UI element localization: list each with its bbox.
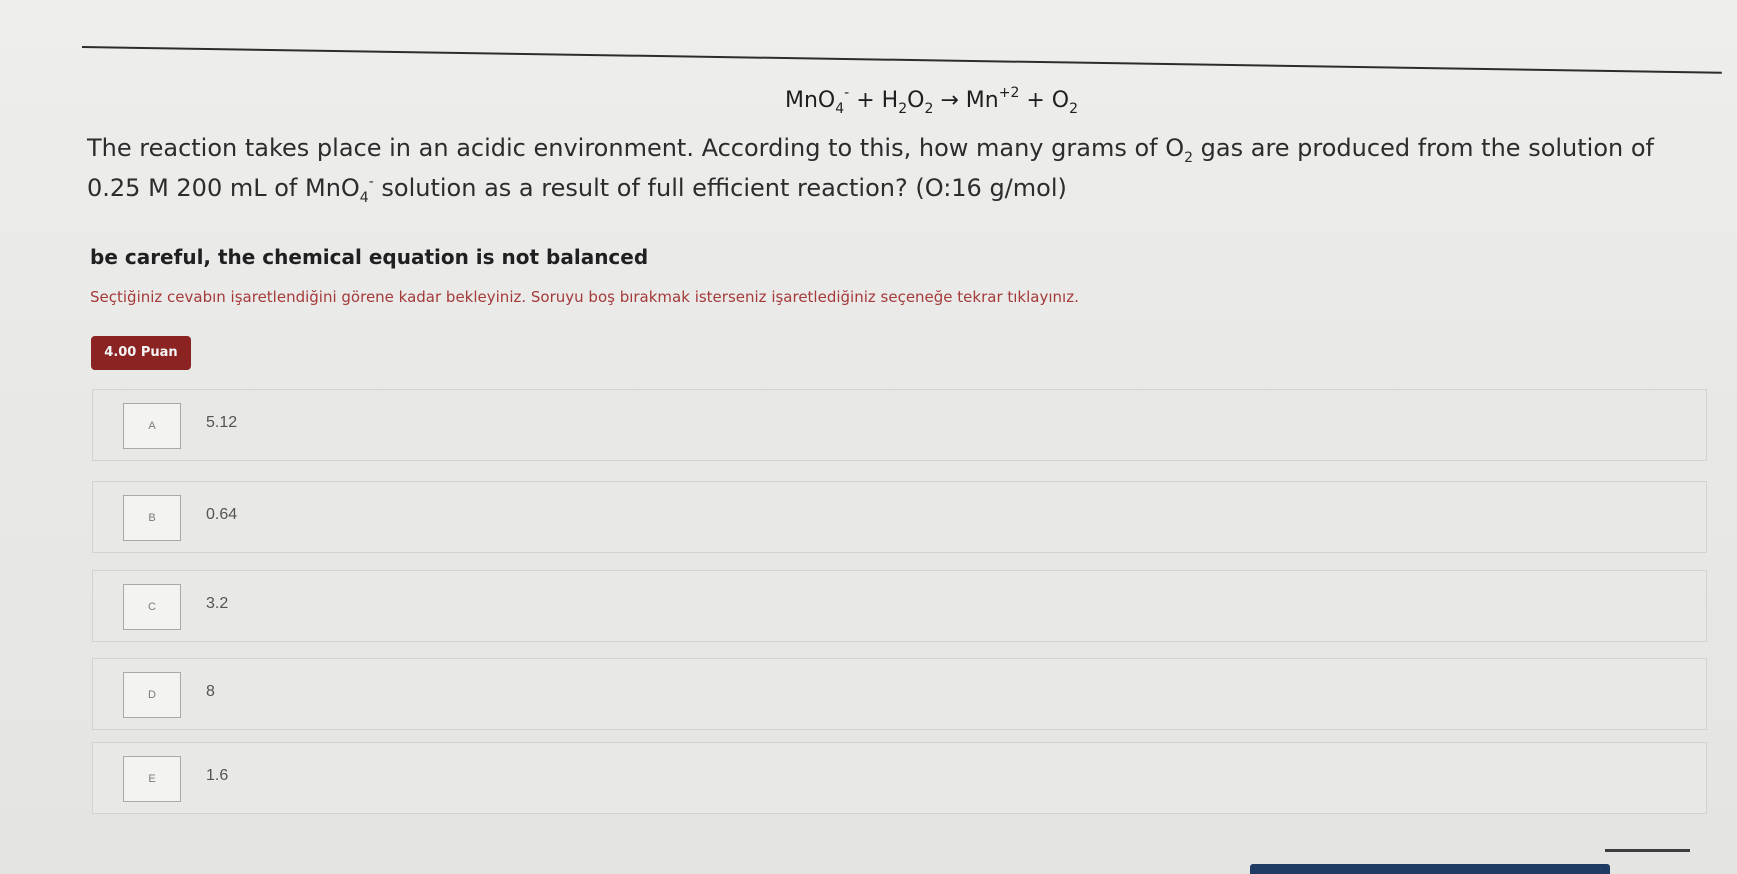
chemical-equation: MnO4- + H2O2 → Mn+2 + O2 bbox=[785, 85, 1078, 117]
equation-plus-1: + bbox=[849, 88, 882, 113]
option-e-value: 1.6 bbox=[206, 767, 229, 784]
equation-subscript-2b: 2 bbox=[924, 101, 934, 117]
equation-plus-2: + bbox=[1019, 88, 1052, 113]
equation-h: H bbox=[881, 88, 899, 113]
question-mno4-subscript: 4 bbox=[359, 190, 369, 206]
equation-subscript-o2: 2 bbox=[1069, 101, 1079, 117]
equation-superscript-plus2: +2 bbox=[998, 85, 1020, 101]
option-a-letter: A bbox=[148, 420, 156, 432]
option-b-letter-box[interactable]: B bbox=[123, 495, 181, 541]
option-e-letter: E bbox=[148, 773, 156, 785]
option-b[interactable]: B 0.64 bbox=[92, 481, 1707, 553]
option-c-value: 3.2 bbox=[206, 595, 229, 612]
option-d-letter-box[interactable]: D bbox=[123, 672, 181, 718]
option-a[interactable]: A 5.12 bbox=[92, 389, 1707, 461]
option-a-value: 5.12 bbox=[206, 414, 238, 431]
warning-note: be careful, the chemical equation is not… bbox=[90, 245, 649, 269]
option-c-letter-box[interactable]: C bbox=[123, 584, 181, 630]
question-o-subscript: 2 bbox=[1184, 150, 1194, 166]
bottom-right-line bbox=[1605, 849, 1690, 852]
option-b-letter: B bbox=[148, 512, 156, 524]
option-c[interactable]: C 3.2 bbox=[92, 570, 1707, 642]
option-d-letter: D bbox=[148, 689, 156, 701]
question-text: The reaction takes place in an acidic en… bbox=[87, 130, 1707, 210]
equation-superscript-minus: - bbox=[844, 85, 850, 101]
question-part-1: The reaction takes place in an acidic en… bbox=[87, 134, 1166, 162]
question-o: O bbox=[1165, 134, 1185, 162]
quiz-screen: MnO4- + H2O2 → Mn+2 + O2 The reaction ta… bbox=[0, 0, 1737, 874]
option-d[interactable]: D 8 bbox=[92, 658, 1707, 730]
option-a-letter-box[interactable]: A bbox=[123, 403, 181, 449]
option-b-value: 0.64 bbox=[206, 506, 238, 523]
option-c-letter: C bbox=[148, 601, 156, 613]
points-badge: 4.00 Puan bbox=[91, 336, 191, 370]
equation-o: O bbox=[907, 88, 925, 113]
question-mno4-superscript: - bbox=[368, 174, 374, 190]
equation-o2: O bbox=[1051, 88, 1070, 113]
equation-mn: Mn bbox=[965, 88, 999, 113]
option-e[interactable]: E 1.6 bbox=[92, 742, 1707, 814]
equation-subscript-4: 4 bbox=[835, 101, 845, 117]
equation-mno4: MnO bbox=[785, 88, 836, 113]
equation-subscript-2a: 2 bbox=[898, 101, 908, 117]
top-divider bbox=[81, 46, 1722, 74]
question-part-3: solution as a result of full efficient r… bbox=[373, 174, 1067, 202]
equation-arrow: → bbox=[933, 88, 966, 113]
option-e-letter-box[interactable]: E bbox=[123, 756, 181, 802]
question-mno4: MnO bbox=[304, 174, 360, 202]
option-d-value: 8 bbox=[206, 683, 215, 700]
taskbar-edge bbox=[1250, 864, 1610, 874]
instruction-text: Seçtiğiniz cevabın işaretlendiğini gören… bbox=[90, 288, 1079, 306]
